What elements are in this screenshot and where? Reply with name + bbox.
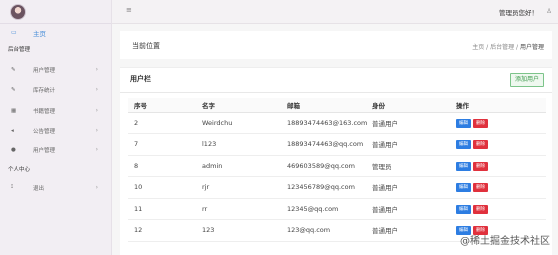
breadcrumb-home[interactable]: 主页	[472, 44, 484, 51]
panel-title: 用户栏	[130, 75, 151, 83]
cell-id: 8	[128, 155, 196, 177]
cell-id: 10	[128, 176, 196, 199]
delete-button[interactable]: 删除	[473, 204, 488, 214]
breadcrumb: 主页 / 后台管理 / 用户管理	[472, 42, 544, 51]
delete-button[interactable]: 删除	[473, 183, 488, 193]
divider	[120, 92, 552, 93]
table-row: 11 rr 12345@qq.com 普通用户 编辑 删除	[128, 198, 546, 220]
cell-email: 123456789@qq.com	[281, 176, 366, 199]
sidebar-item-logout[interactable]: ⟟ 退出 ›	[0, 182, 112, 193]
logout-icon: ⟟	[11, 184, 14, 190]
delete-button[interactable]: 删除	[473, 118, 488, 128]
cell-email: 18893474463@qq.com	[281, 133, 366, 156]
cell-actions: 编辑 删除	[450, 176, 546, 199]
breadcrumb-admin[interactable]: 后台管理	[490, 44, 514, 51]
delete-button[interactable]: 删除	[473, 140, 488, 150]
edit-icon: ✎	[11, 66, 16, 73]
cell-role: 普通用户	[366, 198, 450, 220]
table-row: 10 rjr 123456789@qq.com 普通用户 编辑 删除	[128, 176, 546, 199]
page-title: 当前位置	[132, 42, 160, 50]
cell-id: 12	[128, 219, 196, 242]
column-header-name: 名字	[196, 98, 281, 113]
sidebar-section-admin: 后台管理	[8, 47, 31, 53]
user-table: 序号 名字 邮箱 身份 操作 2 Weirdchu 18893474463@16…	[128, 98, 546, 242]
cell-role: 普通用户	[366, 176, 450, 199]
chevron-right-icon: ›	[95, 86, 98, 93]
megaphone-icon: ◂	[11, 127, 14, 134]
cell-actions: 编辑 删除	[450, 133, 546, 156]
column-header-email: 邮箱	[281, 98, 366, 113]
chevron-right-icon: ›	[95, 184, 98, 191]
column-header-role: 身份	[366, 98, 450, 113]
cell-email: 18893474463@163.com	[281, 112, 367, 134]
cell-role: 普通用户	[366, 112, 450, 134]
sidebar-item-label: 库存统计	[33, 87, 56, 94]
sidebar-item-label: 退出	[33, 185, 45, 192]
chevron-right-icon: ›	[95, 66, 98, 73]
cell-email: 469603589@qq.com	[281, 155, 366, 177]
cell-id: 11	[128, 198, 196, 220]
sidebar: ▭ 主页 后台管理 ✎ 用户管理 › ✎ 库存统计 › ▦ 书籍管理 › ◂ 公…	[0, 0, 112, 255]
chevron-right-icon: ›	[95, 107, 98, 114]
home-icon: ▭	[11, 29, 17, 36]
cell-name: admin	[196, 155, 281, 177]
edit-button[interactable]: 编辑	[456, 204, 471, 214]
edit-button[interactable]: 编辑	[456, 118, 471, 128]
sidebar-item-stock[interactable]: ✎ 库存统计 ›	[0, 84, 112, 95]
cell-email: 12345@qq.com	[281, 198, 366, 220]
watermark: @稀土掘金技术社区	[460, 236, 550, 247]
sidebar-item-label: 用户管理	[33, 147, 56, 154]
column-header-actions: 操作	[450, 98, 546, 113]
cell-id: 7	[128, 133, 196, 156]
user-greeting[interactable]: 管理员您好！	[499, 7, 538, 17]
chevron-right-icon: ›	[95, 146, 98, 153]
sidebar-item-books[interactable]: ▦ 书籍管理 ›	[0, 105, 112, 116]
top-bar: ≡ 管理员您好！ ♙	[112, 0, 558, 24]
avatar-area	[0, 0, 111, 24]
user-icon: ●	[11, 146, 16, 153]
sidebar-item-home[interactable]: ▭ 主页	[0, 27, 112, 38]
delete-button[interactable]: 删除	[473, 161, 488, 171]
book-icon: ▦	[11, 107, 17, 114]
cell-name: rjr	[196, 176, 281, 199]
cell-name: Weirdchu	[196, 112, 281, 134]
cell-role: 普通用户	[366, 133, 450, 156]
user-panel: 用户栏 添加用户 序号 名字 邮箱 身份 操作 2 Weirdchu 18893…	[120, 67, 552, 255]
edit-button[interactable]: 编辑	[456, 140, 471, 150]
avatar[interactable]	[10, 3, 26, 20]
sidebar-item-label: 书籍管理	[33, 108, 56, 115]
sidebar-item-notices[interactable]: ◂ 公告管理 ›	[0, 125, 112, 136]
cell-role: 管理员	[366, 155, 450, 177]
edit-button[interactable]: 编辑	[456, 161, 471, 171]
cell-name: rr	[196, 198, 281, 220]
table-row: 2 Weirdchu 18893474463@163.com 普通用户 编辑 删除	[128, 112, 546, 134]
cell-email: 123@qq.com	[281, 219, 366, 242]
chevron-right-icon: ›	[95, 127, 98, 134]
column-header-id: 序号	[128, 98, 196, 113]
cell-role: 普通用户	[366, 219, 450, 242]
breadcrumb-current: 用户管理	[519, 44, 544, 51]
sidebar-item-user-admin[interactable]: ● 用户管理 ›	[0, 144, 112, 155]
add-user-button[interactable]: 添加用户	[509, 73, 544, 87]
sidebar-section-personal: 个人中心	[8, 167, 31, 173]
cell-name: 123	[196, 219, 281, 242]
cell-actions: 编辑 删除	[450, 198, 546, 220]
user-icon[interactable]: ♙	[546, 7, 552, 15]
location-bar: 当前位置 主页 / 后台管理 / 用户管理	[120, 31, 552, 59]
cell-actions: 编辑 删除	[450, 112, 546, 134]
sidebar-item-label: 用户管理	[33, 67, 56, 74]
cell-id: 2	[128, 112, 196, 134]
sidebar-item-label: 主页	[33, 29, 46, 38]
table-row: 8 admin 469603589@qq.com 管理员 编辑 删除	[128, 155, 546, 177]
sidebar-item-users[interactable]: ✎ 用户管理 ›	[0, 64, 112, 75]
sidebar-item-label: 公告管理	[33, 128, 56, 135]
edit-icon: ✎	[11, 86, 16, 93]
cell-actions: 编辑 删除	[450, 155, 546, 177]
table-header-row: 序号 名字 邮箱 身份 操作	[128, 98, 546, 113]
cell-name: l123	[196, 133, 281, 156]
edit-button[interactable]: 编辑	[456, 183, 471, 193]
menu-toggle-icon[interactable]: ≡	[126, 6, 132, 14]
table-row: 7 l123 18893474463@qq.com 普通用户 编辑 删除	[128, 133, 546, 156]
main-content: 当前位置 主页 / 后台管理 / 用户管理 用户栏 添加用户 序号 名字 邮箱 …	[112, 24, 558, 255]
